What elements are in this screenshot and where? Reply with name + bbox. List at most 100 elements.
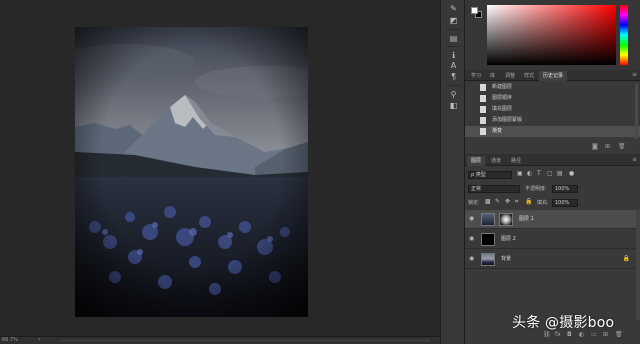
layer-comps-icon[interactable]: ◧ xyxy=(447,101,460,111)
gradient-icon xyxy=(480,128,486,135)
blend-mode-select[interactable]: 正常 xyxy=(468,185,520,193)
eye-icon[interactable]: ◉ xyxy=(469,255,474,262)
tab-layers[interactable]: 图层 xyxy=(467,156,486,166)
add-mask-icon[interactable]: ◘ xyxy=(567,331,572,338)
tab-channels[interactable]: 通道 xyxy=(487,156,505,166)
tab-learn[interactable]: 学习 xyxy=(467,71,485,81)
lock-move-icon[interactable]: ✥ xyxy=(505,198,510,205)
right-panel-dock: 学习 库 调整 样式 历史记录 ≡ 新建图层 图层顺序 填充图层 添加图层蒙版 xyxy=(465,0,640,344)
filter-adjustment-icon[interactable]: ◐ xyxy=(527,170,532,177)
color-panel xyxy=(465,0,640,70)
lock-icon: 🔒 xyxy=(622,255,630,262)
color-picker-field[interactable] xyxy=(487,5,616,65)
layer-row[interactable]: ◉ 图层 2 xyxy=(465,230,640,249)
new-snapshot-icon[interactable]: ⊞ xyxy=(605,143,610,150)
document-icon xyxy=(480,84,486,91)
trash-icon[interactable]: 🗑 xyxy=(615,331,623,338)
layer-thumbnail xyxy=(481,253,495,266)
layers-scrollbar[interactable] xyxy=(636,210,640,320)
tab-history[interactable]: 历史记录 xyxy=(539,71,568,81)
new-layer-icon[interactable]: ⊞ xyxy=(603,331,608,338)
document-image[interactable] xyxy=(75,27,308,317)
info-icon[interactable]: ℹ xyxy=(447,51,460,61)
history-footer: ◙ ⊞ 🗑 xyxy=(465,142,640,153)
history-item[interactable]: 图层顺序 xyxy=(465,93,640,104)
tab-libraries[interactable]: 库 xyxy=(486,71,499,81)
trash-icon[interactable]: 🗑 xyxy=(618,143,626,150)
history-item[interactable]: 新建图层 xyxy=(465,82,640,93)
group-folder-icon[interactable]: ▭ xyxy=(591,331,597,338)
panel-menu-icon[interactable]: ≡ xyxy=(632,71,637,78)
tool-separator xyxy=(446,46,461,47)
fill-label: 填充: xyxy=(537,200,549,206)
filter-smart-object-icon[interactable]: ▤ xyxy=(557,170,563,177)
document-canvas-area[interactable]: 66.7% › xyxy=(0,0,440,344)
history-item-label: 添加图层蒙版 xyxy=(492,117,523,123)
status-menu-arrow[interactable]: › xyxy=(38,336,40,343)
layer-name[interactable]: 背景 xyxy=(501,250,511,269)
document-icon xyxy=(480,95,486,102)
lock-transparency-icon[interactable]: ▩ xyxy=(485,198,491,205)
layer-thumbnail xyxy=(481,233,495,246)
link-layers-icon[interactable]: ⛓ xyxy=(543,331,551,338)
opacity-label: 不透明度: xyxy=(525,186,547,192)
brush-preset-icon[interactable]: ▤ xyxy=(447,34,460,44)
color-swatch-icon[interactable]: ◩ xyxy=(447,16,460,26)
status-bar: 66.7% › xyxy=(0,336,440,344)
zoom-readout[interactable]: 66.7% xyxy=(2,337,18,343)
tool-separator xyxy=(446,85,461,86)
tab-adjustments[interactable]: 调整 xyxy=(501,71,519,81)
layer-name[interactable]: 图层 2 xyxy=(501,230,516,249)
history-panel: 学习 库 调整 样式 历史记录 ≡ 新建图层 图层顺序 填充图层 添加图层蒙版 xyxy=(465,70,640,154)
history-item-label: 图层顺序 xyxy=(492,95,513,101)
blend-row: 正常 不透明度: 100% xyxy=(465,183,640,195)
history-item-label: 渐变 xyxy=(492,128,503,134)
history-list: 新建图层 图层顺序 填充图层 添加图层蒙版 渐变 xyxy=(465,82,640,137)
adjustment-layer-icon[interactable]: ◐ xyxy=(579,331,584,338)
panel-icon-strip: ✎ ◩ ▤ ℹ A ¶ ⚲ ◧ xyxy=(440,0,465,344)
layer-mask-thumbnail[interactable] xyxy=(499,213,513,226)
snapshot-camera-icon[interactable]: ◙ xyxy=(592,143,598,150)
tool-separator xyxy=(446,29,461,30)
layer-filter-row: ρ 类型 ▣ ◐ T ▢ ▤ ● xyxy=(465,169,640,181)
fill-input[interactable]: 100% xyxy=(552,199,578,207)
filter-type-icon[interactable]: T xyxy=(537,170,541,177)
opacity-input[interactable]: 100% xyxy=(552,185,578,193)
history-scrollbar[interactable] xyxy=(635,84,638,139)
foreground-color-swatch[interactable] xyxy=(471,7,478,14)
mountain-photo xyxy=(75,27,308,317)
layer-style-icon[interactable]: fx xyxy=(555,331,561,338)
hue-slider[interactable] xyxy=(620,5,628,65)
history-tabbar: 学习 库 调整 样式 历史记录 ≡ xyxy=(465,70,640,81)
history-item-current[interactable]: 渐变 xyxy=(465,126,640,137)
horizontal-scrollbar[interactable] xyxy=(60,339,430,342)
lock-artboard-icon[interactable]: ⌗ xyxy=(515,198,518,206)
history-item[interactable]: 添加图层蒙版 xyxy=(465,115,640,126)
character-icon[interactable]: A xyxy=(447,61,460,71)
paragraph-icon[interactable]: ¶ xyxy=(447,72,460,82)
eyedropper-icon[interactable]: ✎ xyxy=(447,4,460,14)
filter-kind-select[interactable]: ρ 类型 xyxy=(468,171,512,179)
layer-row[interactable]: ◉ 图层 1 xyxy=(465,210,640,229)
document-icon xyxy=(480,117,486,124)
history-item-label: 填充图层 xyxy=(492,106,513,112)
filter-shape-icon[interactable]: ▢ xyxy=(547,170,553,177)
tab-paths[interactable]: 路径 xyxy=(507,156,525,166)
layer-thumbnail xyxy=(481,213,495,226)
layer-name[interactable]: 图层 1 xyxy=(519,210,534,229)
lock-all-icon[interactable]: 🔒 xyxy=(525,198,532,205)
panel-menu-icon[interactable]: ≡ xyxy=(632,156,637,163)
tab-styles[interactable]: 样式 xyxy=(520,71,538,81)
layer-row[interactable]: ◉ 背景 🔒 xyxy=(465,250,640,269)
history-item-label: 新建图层 xyxy=(492,84,513,90)
watermark-text: 头条 @摄影boo xyxy=(512,315,615,331)
history-brush-icon[interactable]: ⚲ xyxy=(447,90,460,100)
history-item[interactable]: 填充图层 xyxy=(465,104,640,115)
eye-icon[interactable]: ◉ xyxy=(469,215,474,222)
lock-paint-icon[interactable]: ✎ xyxy=(495,198,500,205)
eye-icon[interactable]: ◉ xyxy=(469,235,474,242)
layers-tabbar: 图层 通道 路径 ≡ xyxy=(465,155,640,166)
filter-toggle-icon[interactable]: ● xyxy=(569,170,574,177)
filter-pixel-icon[interactable]: ▣ xyxy=(517,170,523,177)
document-icon xyxy=(480,106,486,113)
